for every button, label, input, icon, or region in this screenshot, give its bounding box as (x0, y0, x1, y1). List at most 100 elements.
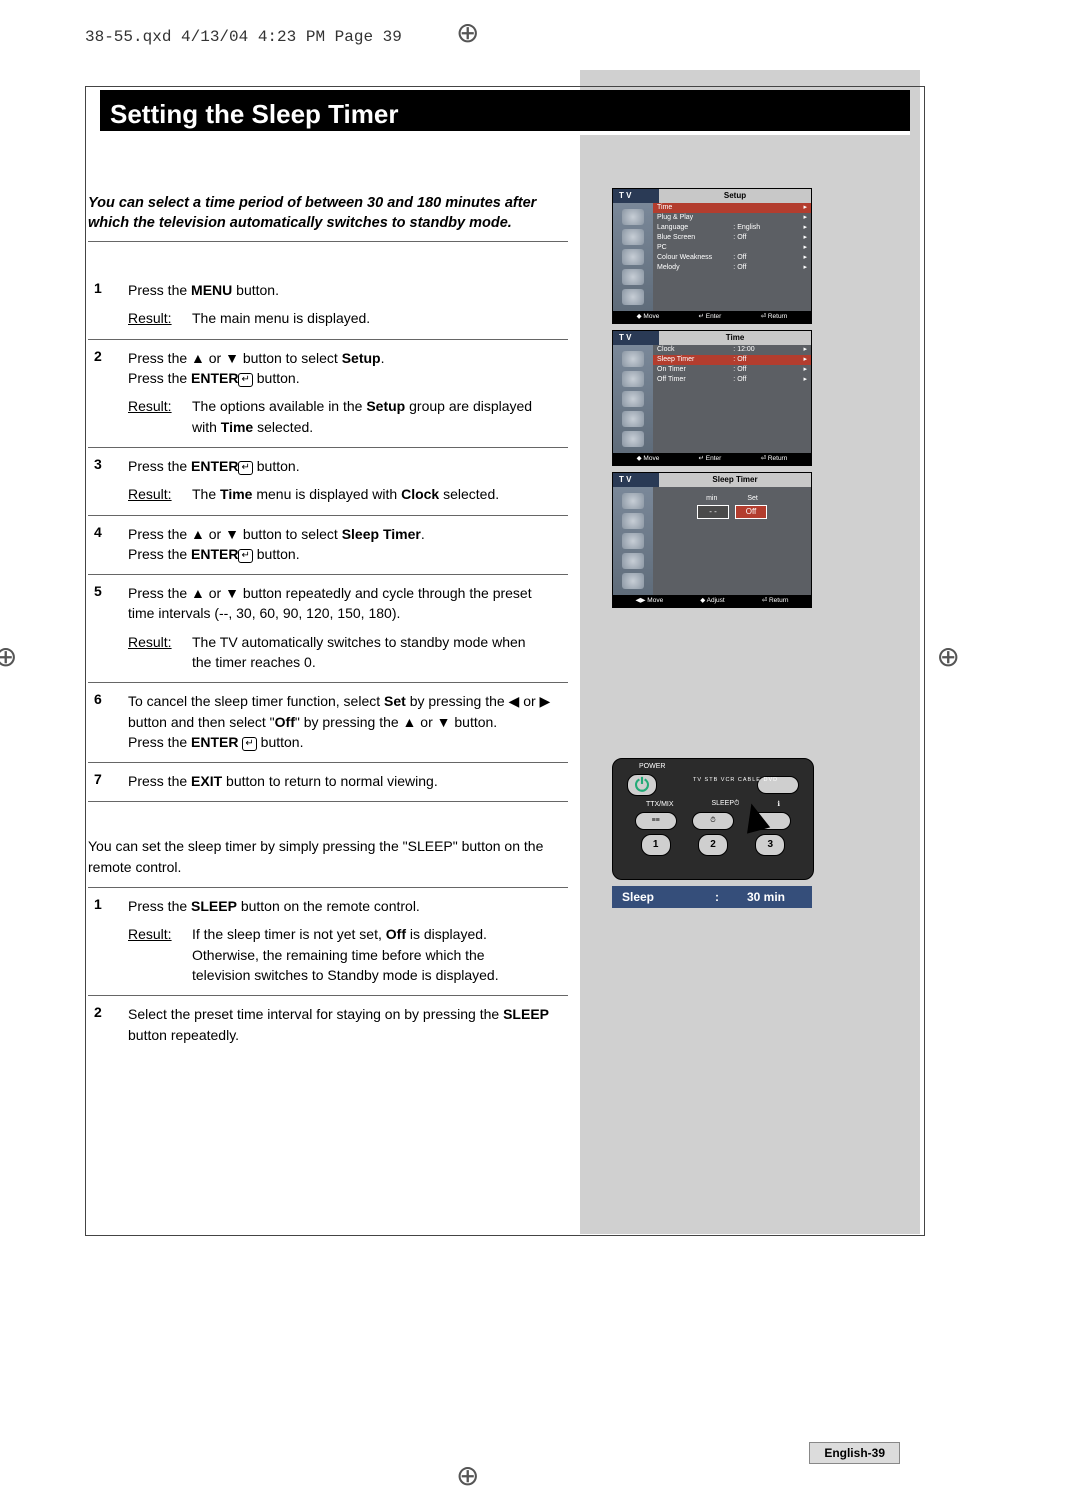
step-body: Press the ▲ or ▼ button to select Setup.… (128, 348, 558, 437)
step-body: Press the MENU button.Result:The main me… (128, 280, 558, 329)
steps-list-secondary: 1Press the SLEEP button on the remote co… (88, 888, 568, 1055)
remote-ttx-button: ≡≡ (635, 812, 677, 830)
osd-setup-footer: ◆ Move ↵ Enter ⏎ Return (613, 311, 811, 323)
step-row: 3Press the ENTER↵ button.Result:The Time… (88, 448, 568, 516)
step-body: Press the ▲ or ▼ button to select Sleep … (128, 524, 558, 565)
remote-num-2: 2 (698, 834, 728, 856)
osd-stack: T V Setup Time▸Plug & Play▸Language:Engl… (612, 188, 812, 614)
osd-sleep-title: Sleep Timer (659, 473, 811, 487)
osd-sleep-min-value: - - (697, 505, 729, 519)
power-icon: ⏻ (627, 774, 657, 796)
sleep-status-label: Sleep (612, 886, 714, 908)
step-body: Press the ▲ or ▼ button repeatedly and c… (128, 583, 558, 672)
remote-source-labels: TV STB VCR CABLE DVD (693, 777, 778, 783)
osd-foot-return: ⏎ Return (762, 595, 789, 607)
osd-foot-enter: ↵ Enter (699, 311, 722, 323)
step-body: Press the SLEEP button on the remote con… (128, 896, 558, 985)
step-row: 5Press the ▲ or ▼ button repeatedly and … (88, 575, 568, 683)
remote-info-icon: ℹ (777, 800, 780, 808)
step-number: 2 (88, 1004, 128, 1020)
osd-menu-item: Language:English▸ (653, 223, 811, 233)
remote-note: You can set the sleep timer by simply pr… (88, 826, 568, 888)
osd-sleep-min-label: min (706, 495, 717, 502)
step-number: 1 (88, 896, 128, 912)
sleep-status-value: 30 min (720, 886, 812, 908)
osd-time: T V Time Clock:12:00▸Sleep Timer:Off▸On … (612, 330, 812, 466)
osd-sleep-footer: ◀▶ Move ◆ Adjust ⏎ Return (613, 595, 811, 607)
remote-control-illustration: POWER TV STB VCR CABLE DVD ⏻ TTX/MIX SLE… (612, 758, 814, 880)
osd-setup: T V Setup Time▸Plug & Play▸Language:Engl… (612, 188, 812, 324)
osd-icon-column (613, 203, 653, 311)
crop-mark-left: ⊕ (0, 640, 17, 673)
step-row: 4Press the ▲ or ▼ button to select Sleep… (88, 516, 568, 576)
osd-setup-list: Time▸Plug & Play▸Language:English▸Blue S… (653, 203, 811, 311)
intro-text: You can select a time period of between … (88, 194, 568, 242)
osd-menu-item: PC▸ (653, 243, 811, 253)
osd-tv-label: T V (613, 473, 659, 487)
step-number: 2 (88, 348, 128, 364)
step-row: 2Select the preset time interval for sta… (88, 996, 568, 1055)
result-text: The Time menu is displayed with Clock se… (192, 484, 542, 504)
page-title: Setting the Sleep Timer (100, 99, 398, 129)
step-number: 3 (88, 456, 128, 472)
osd-time-title: Time (659, 331, 811, 345)
result-label: Result: (128, 308, 192, 328)
step-row: 2Press the ▲ or ▼ button to select Setup… (88, 340, 568, 448)
osd-icon-column (613, 487, 653, 595)
result-label: Result: (128, 924, 192, 944)
osd-foot-enter: ↵ Enter (699, 453, 722, 465)
osd-menu-item: Sleep Timer:Off▸ (653, 355, 811, 365)
page-number: English-39 (809, 1442, 900, 1464)
step-body: To cancel the sleep timer function, sele… (128, 691, 558, 752)
remote-sleep-label: SLEEP⏱ (711, 800, 739, 808)
result-text: The options available in the Setup group… (192, 396, 542, 437)
osd-menu-item: Off Timer:Off▸ (653, 375, 811, 385)
osd-time-list: Clock:12:00▸Sleep Timer:Off▸On Timer:Off… (653, 345, 811, 453)
remote-num-3: 3 (755, 834, 785, 856)
osd-sleep-timer: T V Sleep Timer min Set - - Off (612, 472, 812, 608)
sleep-status-bar: Sleep : 30 min (612, 886, 812, 908)
remote-sleep-button: ⏱ (692, 812, 734, 830)
step-number: 6 (88, 691, 128, 707)
osd-menu-item: Melody:Off▸ (653, 263, 811, 273)
osd-menu-item: Blue Screen:Off▸ (653, 233, 811, 243)
result-label: Result: (128, 632, 192, 652)
osd-foot-adjust: ◆ Adjust (700, 595, 725, 607)
step-body: Select the preset time interval for stay… (128, 1004, 558, 1045)
crop-mark-right: ⊕ (937, 640, 960, 673)
osd-setup-title: Setup (659, 189, 811, 203)
step-row: 7Press the EXIT button to return to norm… (88, 763, 568, 802)
osd-foot-move: ◀▶ Move (636, 595, 664, 607)
osd-sleep-body: min Set - - Off (653, 487, 811, 547)
result-text: The TV automatically switches to standby… (192, 632, 542, 673)
osd-menu-item: Clock:12:00▸ (653, 345, 811, 355)
step-row: 1Press the SLEEP button on the remote co… (88, 888, 568, 996)
osd-time-footer: ◆ Move ↵ Enter ⏎ Return (613, 453, 811, 465)
step-number: 5 (88, 583, 128, 599)
remote-ttx-label: TTX/MIX (646, 801, 674, 808)
remote-power-label: POWER (639, 763, 813, 770)
result-label: Result: (128, 484, 192, 504)
osd-menu-item: Colour Weakness:Off▸ (653, 253, 811, 263)
step-row: 6To cancel the sleep timer function, sel… (88, 683, 568, 763)
osd-sleep-set-value: Off (735, 505, 767, 519)
osd-foot-move: ◆ Move (637, 311, 660, 323)
osd-tv-label: T V (613, 189, 659, 203)
step-number: 1 (88, 280, 128, 296)
osd-menu-item: Plug & Play▸ (653, 213, 811, 223)
result-label: Result: (128, 396, 192, 416)
crop-mark-bottom: ⊕ (456, 1459, 479, 1492)
step-body: Press the EXIT button to return to norma… (128, 771, 558, 791)
step-body: Press the ENTER↵ button.Result:The Time … (128, 456, 558, 505)
main-content: You can select a time period of between … (88, 194, 568, 1055)
prepress-slug: 38-55.qxd 4/13/04 4:23 PM Page 39 (85, 28, 402, 46)
step-number: 7 (88, 771, 128, 787)
osd-foot-return: ⏎ Return (761, 311, 788, 323)
osd-icon-column (613, 345, 653, 453)
result-text: If the sleep timer is not yet set, Off i… (192, 924, 542, 985)
osd-menu-item: Time▸ (653, 203, 811, 213)
crop-mark-top: ⊕ (456, 16, 479, 49)
step-row: 1Press the MENU button.Result:The main m… (88, 272, 568, 340)
osd-tv-label: T V (613, 331, 659, 345)
steps-list-primary: 1Press the MENU button.Result:The main m… (88, 272, 568, 802)
